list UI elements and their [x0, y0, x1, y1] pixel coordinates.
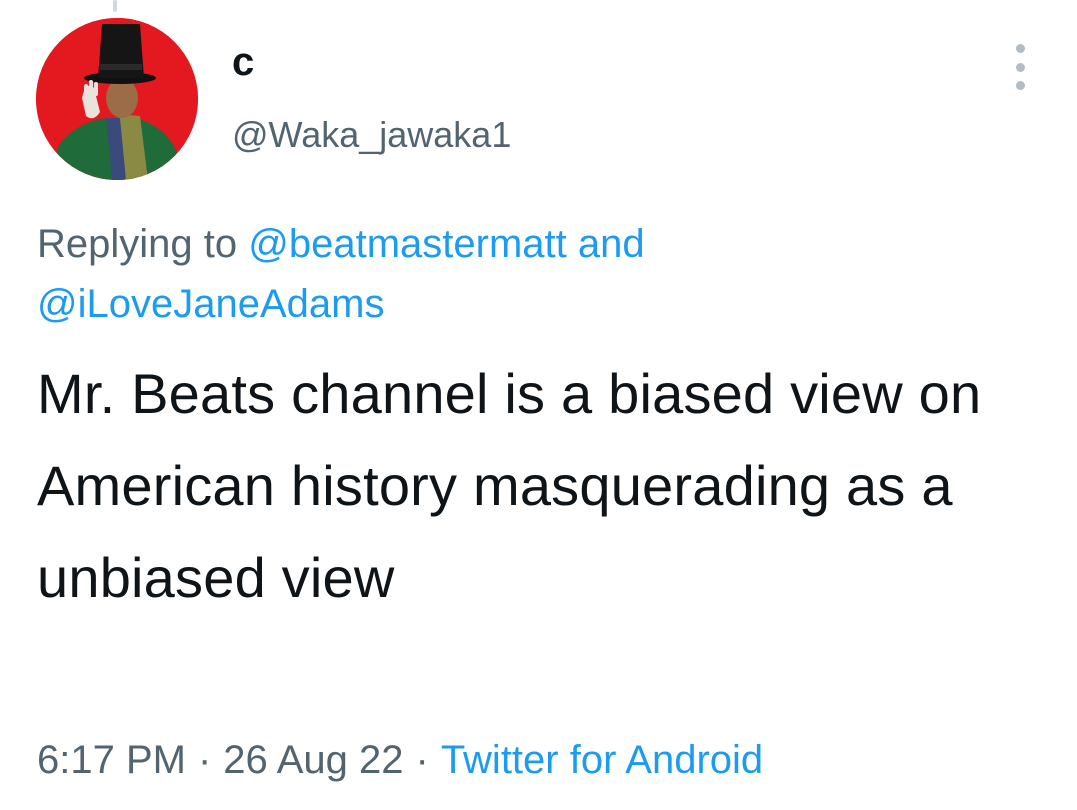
- reply-context: Replying to @beatmastermatt and @iLoveJan…: [37, 214, 1037, 334]
- tweet-meta: 6:17 PM · 26 Aug 22 · Twitter for Android: [37, 734, 763, 786]
- tweet-date[interactable]: 26 Aug 22: [223, 738, 403, 782]
- tweet: c @Waka_jawaka1 Replying to @beatmasterm…: [0, 0, 1077, 810]
- tweet-text: Mr. Beats channel is a biased view on Am…: [37, 362, 982, 609]
- avatar-image: [36, 18, 198, 180]
- author-handle[interactable]: @Waka_jawaka1: [232, 112, 511, 158]
- more-options-button[interactable]: [1002, 44, 1038, 90]
- reply-prefix: Replying to: [37, 222, 238, 266]
- more-vertical-icon: [1015, 44, 1025, 53]
- reply-mention-beatmastermatt[interactable]: @beatmastermatt: [248, 222, 567, 266]
- more-vertical-icon-dot: [1015, 62, 1025, 72]
- meta-separator: ·: [197, 738, 212, 782]
- more-vertical-icon-dot: [1015, 81, 1025, 90]
- avatar[interactable]: [36, 18, 198, 180]
- tweet-time[interactable]: 6:17 PM: [37, 738, 186, 782]
- reply-conjunction[interactable]: and: [578, 222, 645, 266]
- meta-separator: ·: [415, 738, 429, 782]
- tweet-source-link[interactable]: Twitter for Android: [441, 738, 763, 782]
- author-display-name[interactable]: c: [232, 38, 254, 86]
- reply-mention-ilovejaneadams[interactable]: @iLoveJaneAdams: [37, 282, 384, 326]
